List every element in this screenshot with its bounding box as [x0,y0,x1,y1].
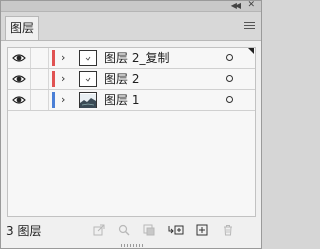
divider [48,48,49,68]
target-circle-icon[interactable] [226,54,233,61]
chevron-right-icon[interactable]: › [61,73,65,85]
tab-layers[interactable]: 图层 [5,16,39,40]
layer-row[interactable]: › 图层 1 [8,90,255,111]
layer-count: 3 图层 [6,224,42,238]
close-icon[interactable]: ✕ [247,0,255,11]
layer-name[interactable]: 图层 2 [104,72,139,87]
divider [30,69,31,89]
layer-list: › 图层 2_复制 › 图层 2 › 图层 1 [7,47,256,217]
panel-title-bar: ◀◀ ✕ [1,0,261,12]
hamburger-menu-icon[interactable] [244,22,255,30]
double-chevron-left-icon[interactable]: ◀◀ [231,1,241,10]
layer-color-swatch [52,71,55,87]
layer-name[interactable]: 图层 2_复制 [104,51,169,66]
divider [30,90,31,110]
eye-icon[interactable] [12,74,26,84]
target-circle-icon[interactable] [226,96,233,103]
divider [48,69,49,89]
search-icon[interactable] [118,224,130,236]
layer-thumbnail [79,71,97,87]
eye-icon[interactable] [12,53,26,63]
divider [48,90,49,110]
export-icon[interactable] [93,224,105,236]
new-sublayer-icon[interactable] [168,224,184,236]
layer-row[interactable]: › 图层 2_复制 [8,48,255,69]
layer-thumbnail [79,92,97,108]
divider [30,48,31,68]
layer-row[interactable]: › 图层 2 [8,69,255,90]
delete-icon[interactable] [222,224,234,236]
tab-bar: 图层 [1,12,261,41]
new-layer-icon[interactable] [196,224,208,236]
layer-color-swatch [52,92,55,108]
clipping-mask-icon[interactable] [143,224,155,236]
chevron-right-icon[interactable]: › [61,52,65,64]
layers-panel: ◀◀ ✕ 图层 › 图层 2_复制 › 图层 2 › 图层 1 3 图层 [0,0,262,249]
panel-footer: 3 图层 [1,221,261,241]
layer-name[interactable]: 图层 1 [104,93,139,108]
target-circle-icon[interactable] [226,75,233,82]
layer-thumbnail [79,50,97,66]
eye-icon[interactable] [12,95,26,105]
selection-corner-indicator [248,48,254,54]
layer-color-swatch [52,50,55,66]
chevron-right-icon[interactable]: › [61,94,65,106]
resize-grip-icon[interactable] [121,244,143,247]
